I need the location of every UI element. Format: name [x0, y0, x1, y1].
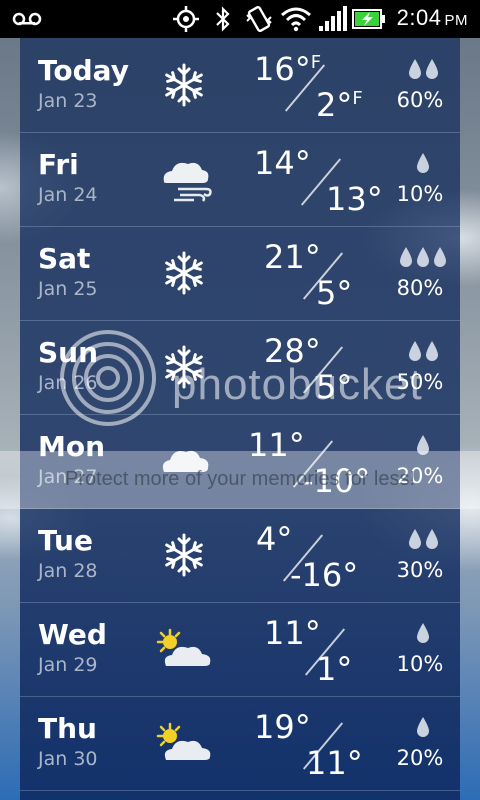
- windy-cloud-icon: [163, 162, 212, 202]
- precip-chance: 20%: [396, 746, 444, 770]
- precip-drops-icon: [398, 58, 448, 82]
- high-temp: 19°: [254, 708, 311, 746]
- low-temp: 2°F: [316, 86, 363, 124]
- day-date: Jan 23: [38, 90, 98, 112]
- high-temp: 11°: [264, 614, 321, 652]
- clock: 2:04 PM: [396, 5, 468, 30]
- voicemail-icon: [12, 5, 42, 33]
- partly-sunny-icon: [156, 722, 211, 760]
- day-name: Sat: [38, 242, 91, 275]
- forecast-row-today[interactable]: Today Jan 23 16°F 2°F 60%: [20, 38, 460, 133]
- photobucket-logo-icon: [60, 330, 156, 426]
- day-date: Jan 25: [38, 278, 98, 300]
- forecast-row-thu[interactable]: Thu Jan 30 19° 11° 20%: [20, 696, 460, 791]
- precip-chance: 60%: [396, 88, 444, 112]
- day-name: Wed: [38, 618, 107, 651]
- high-temp: 21°: [264, 238, 321, 276]
- status-bar: 2:04 PM: [0, 0, 480, 38]
- day-date: Jan 29: [38, 654, 98, 676]
- high-temp: 14°: [254, 144, 311, 182]
- low-temp: 5°: [316, 274, 353, 312]
- precip-chance: 10%: [396, 652, 444, 676]
- signal-icon: [318, 5, 348, 33]
- precip-drops-icon: [398, 528, 448, 552]
- day-date: Jan 28: [38, 560, 98, 582]
- partly-sunny-icon: [156, 628, 211, 666]
- forecast-row-sat[interactable]: Sat Jan 25 21° 5° 80%: [20, 226, 460, 321]
- precip-drops-icon: [398, 716, 448, 740]
- day-name: Thu: [38, 712, 97, 745]
- forecast-row-fri[interactable]: Fri Jan 24 14° 13° 10%: [20, 132, 460, 227]
- low-temp: 11°: [306, 744, 363, 782]
- day-name: Fri: [38, 148, 79, 181]
- watermark-tagline: Protect more of your memories for less!: [64, 468, 416, 490]
- vibrate-icon: [244, 5, 274, 33]
- precip-chance: 30%: [396, 558, 444, 582]
- snowflake-icon: [165, 533, 203, 577]
- battery-charging-icon: [352, 5, 386, 33]
- day-date: Jan 30: [38, 748, 98, 770]
- gps-icon: [172, 5, 200, 33]
- precip-drops-icon: [398, 622, 448, 646]
- precip-chance: 10%: [396, 182, 444, 206]
- forecast-row-tue[interactable]: Tue Jan 28 4° -16° 30%: [20, 508, 460, 603]
- bluetooth-icon: [214, 5, 232, 33]
- precip-chance: 80%: [396, 276, 444, 300]
- forecast-row-wed[interactable]: Wed Jan 29 11° 1° 10%: [20, 602, 460, 697]
- low-temp: 1°: [316, 650, 353, 688]
- day-date: Jan 24: [38, 184, 98, 206]
- low-temp: 13°: [326, 180, 383, 218]
- precip-drops-icon: [398, 246, 448, 270]
- precip-drops-icon: [398, 152, 448, 176]
- day-name: Tue: [38, 524, 93, 557]
- snowflake-icon: [165, 63, 203, 107]
- low-temp: -16°: [290, 556, 359, 594]
- day-name: Today: [38, 54, 129, 87]
- high-temp: 4°: [256, 520, 293, 558]
- snowflake-icon: [165, 251, 203, 295]
- wifi-icon: [280, 5, 312, 33]
- watermark-brand: photobucket: [172, 360, 423, 409]
